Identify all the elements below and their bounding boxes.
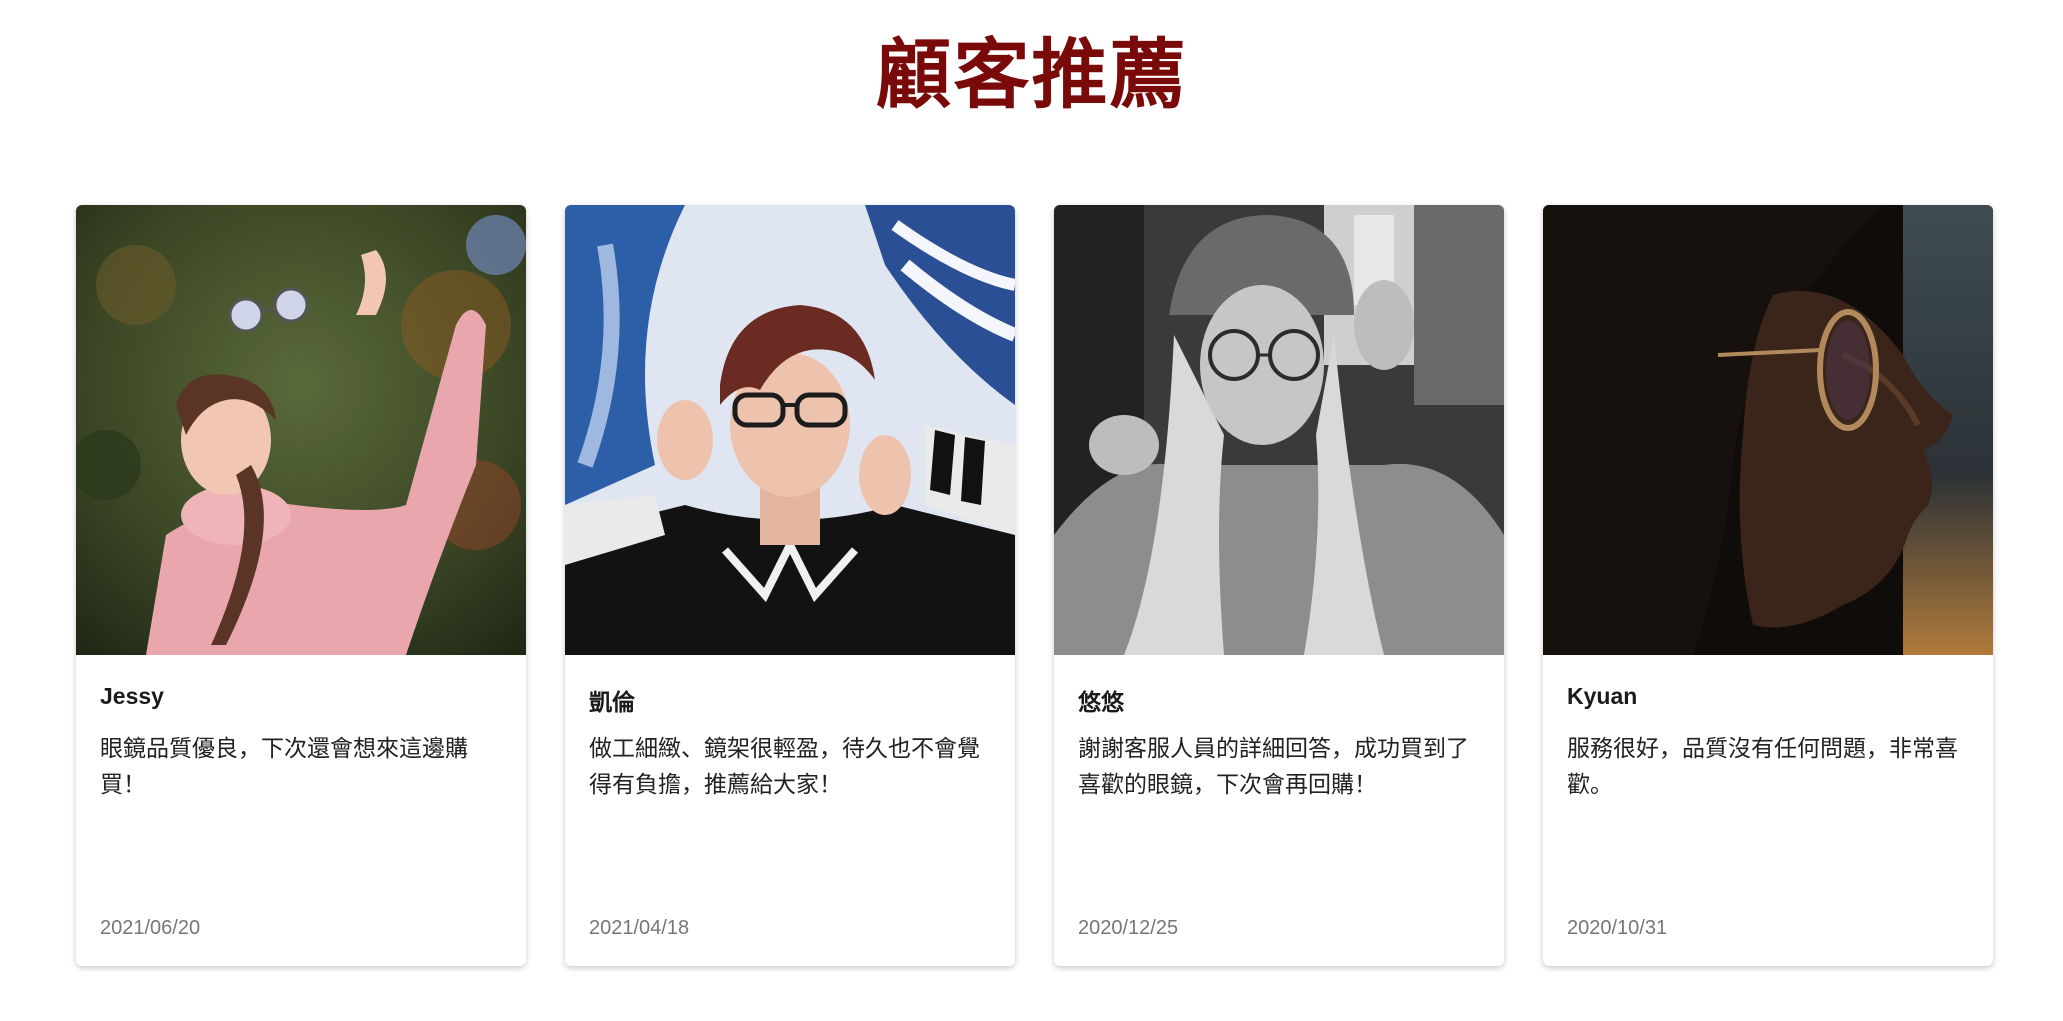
customer-name: Jessy [100, 683, 164, 709]
testimonial-card: 悠悠 謝謝客服人員的詳細回答，成功買到了喜歡的眼鏡，下次會再回購！ 2020/1… [1054, 205, 1504, 966]
customer-photo [565, 205, 1015, 655]
card-body: Kyuan 服務很好，品質沒有任何問題，非常喜歡。 2020/10/31 [1543, 655, 1993, 966]
testimonial-text: 謝謝客服人員的詳細回答，成功買到了喜歡的眼鏡，下次會再回購！ [1078, 736, 1469, 798]
testimonial-text: 服務很好，品質沒有任何問題，非常喜歡。 [1567, 736, 1958, 798]
testimonial-card: Kyuan 服務很好，品質沒有任何問題，非常喜歡。 2020/10/31 [1543, 205, 1993, 966]
customer-photo [1543, 205, 1993, 655]
card-body: 凱倫 做工細緻、鏡架很輕盈，待久也不會覺得有負擔，推薦給大家！ 2021/04/… [565, 655, 1015, 966]
testimonial-card: Jessy 眼鏡品質優良，下次還會想來這邊購買！ 2021/06/20 [76, 205, 526, 966]
customer-name: 凱倫 [589, 689, 635, 715]
card-body: Jessy 眼鏡品質優良，下次還會想來這邊購買！ 2021/06/20 [76, 655, 526, 966]
customer-name: 悠悠 [1078, 689, 1124, 715]
testimonial-date: 2021/04/18 [589, 917, 690, 939]
customer-photo [76, 205, 526, 655]
testimonial-card: 凱倫 做工細緻、鏡架很輕盈，待久也不會覺得有負擔，推薦給大家！ 2021/04/… [565, 205, 1015, 966]
testimonial-date: 2021/06/20 [100, 917, 201, 939]
card-body: 悠悠 謝謝客服人員的詳細回答，成功買到了喜歡的眼鏡，下次會再回購！ 2020/1… [1054, 655, 1504, 966]
testimonial-date: 2020/12/25 [1078, 917, 1179, 939]
testimonial-text: 做工細緻、鏡架很輕盈，待久也不會覺得有負擔，推薦給大家！ [589, 736, 980, 798]
customer-name: Kyuan [1567, 683, 1638, 709]
testimonial-text: 眼鏡品質優良，下次還會想來這邊購買！ [100, 736, 468, 798]
customer-photo [1054, 205, 1504, 655]
testimonials-page: 顧客推薦 Jessy 眼鏡品質優良，下次還會想來這邊購買！ 2021/06/20… [0, 0, 2063, 1021]
testimonial-date: 2020/10/31 [1567, 917, 1668, 939]
testimonial-cards: Jessy 眼鏡品質優良，下次還會想來這邊購買！ 2021/06/20 凱倫 做… [76, 205, 1993, 966]
section-title: 顧客推薦 [875, 30, 1188, 119]
